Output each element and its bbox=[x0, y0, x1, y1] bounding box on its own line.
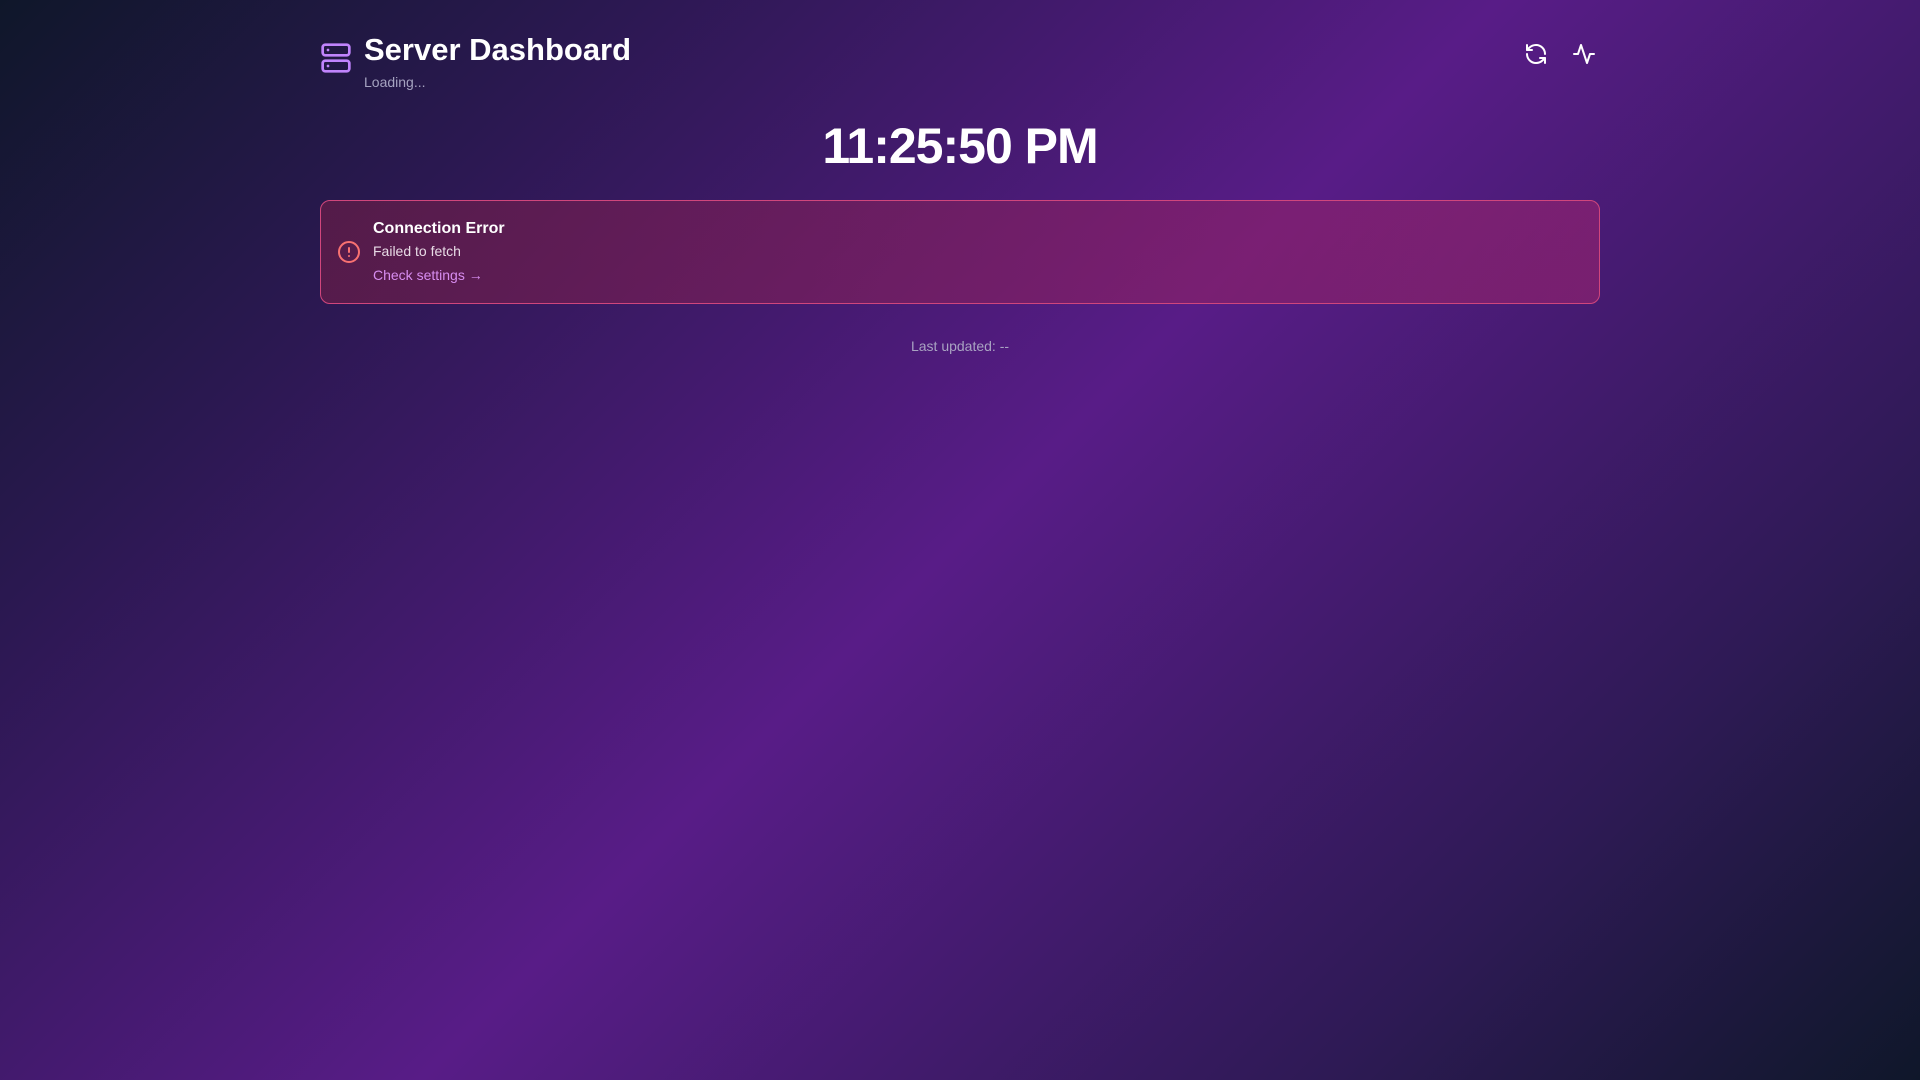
activity-icon bbox=[1572, 42, 1596, 71]
header-actions bbox=[1520, 40, 1600, 72]
error-message: Failed to fetch bbox=[373, 243, 461, 259]
activity-button[interactable] bbox=[1568, 40, 1600, 72]
alert-circle-icon bbox=[337, 240, 361, 264]
error-title: Connection Error bbox=[373, 220, 505, 237]
refresh-icon bbox=[1524, 42, 1548, 71]
brand: Server Dashboard Loading... bbox=[320, 32, 631, 92]
last-updated-text: Last updated: -- bbox=[910, 338, 1010, 354]
server-icon bbox=[320, 42, 352, 74]
header: Server Dashboard Loading... bbox=[320, 0, 1600, 110]
check-settings-link[interactable]: Check settings → bbox=[373, 264, 505, 286]
page-title: Server Dashboard bbox=[364, 32, 632, 67]
dashboard-container: Server Dashboard Loading... 11:25:50 PM … bbox=[320, 0, 1600, 354]
brand-text: Server Dashboard Loading... bbox=[364, 32, 631, 92]
clock-display: 11:25:50 PM bbox=[822, 118, 1098, 174]
error-alert: Connection Error Failed to fetch Check s… bbox=[320, 200, 1600, 304]
error-body: Connection Error Failed to fetch Check s… bbox=[373, 218, 505, 286]
refresh-button[interactable] bbox=[1520, 40, 1552, 72]
page-subtitle: Loading... bbox=[364, 74, 426, 90]
